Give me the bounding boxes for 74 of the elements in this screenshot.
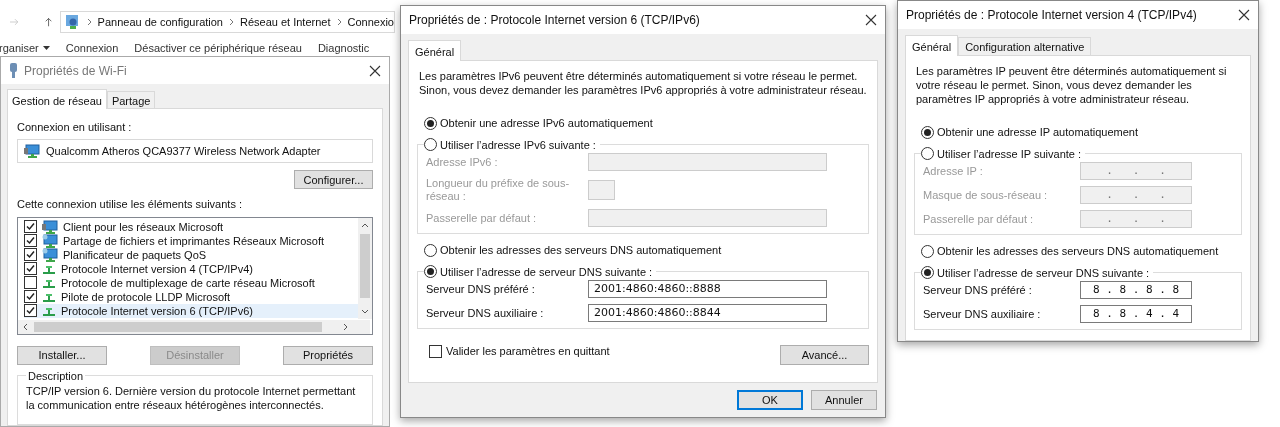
up-arrow-icon[interactable] <box>44 16 52 28</box>
checkbox[interactable] <box>429 344 442 358</box>
checkbox-option[interactable]: Valider les paramètres en quittant <box>429 342 610 360</box>
control-panel-icon <box>64 14 81 30</box>
window-title: Propriétés de : Protocole Internet version 4 (TCP/IPv4) <box>906 7 1197 24</box>
intro-text: Les paramètres IP peuvent être déterminés automatiquement si votre réseau le permet. Sinon, vous devez demander les paramètres IP appropriés à votre administrateur réseau. <box>915 64 1228 106</box>
checkbox[interactable] <box>24 234 37 248</box>
section-label: Cette connexion utilise les éléments suivants : <box>17 197 243 213</box>
checkbox[interactable] <box>24 276 37 290</box>
group-title: Description <box>27 368 85 384</box>
checkbox[interactable] <box>24 220 37 234</box>
action-button[interactable]: Installer... <box>17 345 107 365</box>
advanced-button[interactable]: Avancé... <box>780 345 869 365</box>
adapter-field: Qualcomm Atheros QCA9377 Wireless Network Adapter <box>17 138 373 164</box>
toolbar-item[interactable]: Connexion <box>65 39 119 56</box>
address-bar[interactable]: Panneau de configuration Réseau et Internet Connexio <box>59 11 395 33</box>
toolbar-item[interactable]: Désactiver ce périphérique réseau <box>134 39 302 56</box>
field-label: Passerelle par défaut : <box>426 211 538 225</box>
tab[interactable]: Général <box>408 40 462 61</box>
input-field[interactable] <box>588 209 827 227</box>
field-label: Adresse IP : <box>923 164 984 178</box>
cancel-button[interactable]: Annuler <box>811 390 877 410</box>
computer-icon <box>42 219 58 234</box>
checkbox[interactable] <box>24 304 37 318</box>
tab[interactable]: Partage <box>106 91 156 108</box>
computer-icon <box>42 247 58 262</box>
breadcrumb[interactable]: Panneau de configuration <box>97 13 223 31</box>
configure-button[interactable]: Configurer... <box>294 170 373 190</box>
chevron-icon <box>86 18 92 26</box>
adapter-icon <box>9 63 18 78</box>
toolbar-item[interactable]: rganiser <box>0 39 50 56</box>
input-field[interactable]: 2001:4860:4860::8888 <box>588 280 827 298</box>
computer-icon <box>24 143 40 158</box>
input-field[interactable]: 8 . 8 . 4 . 4 <box>1080 305 1192 323</box>
close-icon[interactable] <box>1238 9 1250 21</box>
input-field[interactable]: . . . <box>1080 162 1192 180</box>
tab[interactable]: Configuration alternative <box>958 37 1092 55</box>
breadcrumb[interactable]: Réseau et Internet <box>240 13 331 31</box>
chevron-icon <box>229 18 234 26</box>
checkbox[interactable] <box>24 262 37 276</box>
description-text: TCP/IP version 6. Dernière version du protocole Internet permettant la communication entre réseaux hétérogènes interconnectés. <box>26 384 357 412</box>
input-field[interactable]: . . . <box>1080 186 1192 204</box>
close-icon[interactable] <box>369 64 381 77</box>
section-label: Connexion en utilisant : <box>17 120 133 135</box>
chevron-icon <box>336 18 342 26</box>
computer-icon <box>42 233 58 248</box>
tab[interactable]: Gestion de réseau <box>7 89 107 109</box>
tab[interactable]: Général <box>905 35 959 56</box>
dropdown-caret-icon <box>42 46 50 50</box>
field-label: Serveur DNS préféré : <box>923 283 1033 297</box>
input-field[interactable]: . . . <box>1080 210 1192 228</box>
vertical-scrollbar[interactable] <box>358 217 372 319</box>
input-field[interactable]: 8 . 8 . 8 . 8 <box>1080 281 1192 299</box>
field-label: Adresse IPv6 : <box>426 155 499 169</box>
ok-button[interactable]: OK <box>737 390 803 410</box>
checkbox[interactable] <box>24 290 37 304</box>
input-field[interactable] <box>588 153 827 171</box>
checkbox[interactable] <box>24 248 37 262</box>
input-field[interactable] <box>588 180 615 200</box>
close-icon[interactable] <box>865 14 877 26</box>
field-label: Passerelle par défaut : <box>923 212 1035 226</box>
toolbar-item[interactable]: Diagnostic <box>317 39 370 56</box>
field-label: Serveur DNS auxiliaire : <box>923 307 1042 321</box>
intro-text: Les paramètres IPv6 peuvent être déterminés automatiquement si votre réseau le permet. Sinon, vous devez demander les paramètres IPv6 appropriés à votre administrateur réseau. <box>418 69 868 97</box>
input-field[interactable]: 2001:4860:4860::8844 <box>588 304 827 322</box>
horizontal-scrollbar[interactable] <box>18 319 370 334</box>
breadcrumb[interactable]: Connexio <box>347 13 394 31</box>
field-label: Serveur DNS préféré : <box>426 282 536 296</box>
field-label: Masque de sous-réseau : <box>923 188 1049 202</box>
window-title: Propriétés de Wi-Fi <box>24 62 127 80</box>
action-button[interactable]: Propriétés <box>283 345 373 365</box>
field-label: Serveur DNS auxiliaire : <box>426 306 545 320</box>
window-title: Propriétés de : Protocole Internet version 6 (TCP/IPv6) <box>409 12 700 29</box>
field-label: Longueur du préfixe de sous-réseau : <box>426 177 571 203</box>
